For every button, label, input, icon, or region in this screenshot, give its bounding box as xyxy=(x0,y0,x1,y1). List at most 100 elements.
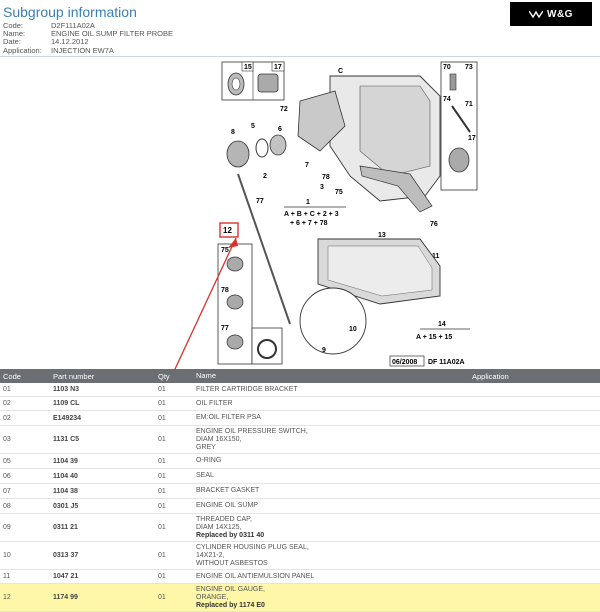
callout-12: 12 xyxy=(223,226,232,235)
callout-76: 76 xyxy=(430,221,438,228)
col-part-number[interactable]: Part number xyxy=(53,372,158,381)
row-code: 08 xyxy=(3,502,11,510)
callout-15: 15 xyxy=(244,64,252,71)
seal-ring-hole xyxy=(231,77,241,91)
cap-part xyxy=(448,147,470,173)
row-name: SEAL xyxy=(196,472,472,480)
callout-17: 17 xyxy=(274,64,282,71)
row-name: ENGINE OIL GAUGE, ORANGE, Replaced by 1174… xyxy=(196,586,472,610)
row-qty: 01 xyxy=(158,552,166,559)
row-qty: 01 xyxy=(158,400,166,407)
table-row[interactable]: 07 1104 38 01 BRACKET GASKET xyxy=(0,484,600,499)
meta-application-row: Application: INJECTION EW7A xyxy=(3,45,173,55)
row-part-number: E149234 xyxy=(53,414,82,422)
callout-13: 13 xyxy=(378,232,386,239)
row-name-line: CYLINDER HOUSING PLUG SEAL, xyxy=(196,543,309,551)
row-name: ENGINE OIL SUMP xyxy=(196,502,472,510)
oil-filter-part xyxy=(226,140,250,168)
row-code: 02 xyxy=(3,400,11,407)
bolt-head-part xyxy=(226,294,244,310)
callout-78: 78 xyxy=(322,174,330,181)
row-code: 01 xyxy=(3,386,11,393)
plug-part xyxy=(257,73,279,93)
meta-value: INJECTION EW7A xyxy=(51,45,114,55)
row-name-line: ENGINE OIL SUMP xyxy=(196,502,258,509)
row-part-number: 0301 J5 xyxy=(53,502,79,510)
row-name-line: WITHOUT ASBESTOS xyxy=(196,559,268,567)
table-row[interactable]: 06 1104 40 01 SEAL xyxy=(0,469,600,484)
row-name: OIL FILTER xyxy=(196,400,472,408)
row-code: 10 xyxy=(3,552,11,559)
col-name[interactable]: Name xyxy=(196,372,472,380)
callout-8: 8 xyxy=(231,129,235,136)
table-row[interactable]: 11 1047 21 01 ENGINE OIL ANTIEMULSION PANEL xyxy=(0,570,600,584)
callout-75-inset: 75 xyxy=(221,247,229,254)
table-row[interactable]: 02 1109 CL 01 OIL FILTER xyxy=(0,397,600,411)
row-qty: 01 xyxy=(158,386,166,393)
bolt-head-part xyxy=(226,256,244,272)
col-code[interactable]: Code xyxy=(0,372,53,381)
row-code: 09 xyxy=(3,524,11,531)
row-qty: 01 xyxy=(158,524,166,531)
row-name-line: THREADED CAP, xyxy=(196,515,252,523)
formula-line-2: + 6 + 7 + 78 xyxy=(290,220,328,227)
row-code: 03 xyxy=(3,436,11,443)
seal-part xyxy=(269,134,287,156)
col-qty[interactable]: Qty xyxy=(158,372,196,381)
row-qty: 01 xyxy=(158,414,166,422)
row-name-line: SEAL xyxy=(196,472,214,479)
table-row[interactable]: 09 0311 21 01 THREADED CAP, DIAM 14X125, Repl… xyxy=(0,514,600,542)
row-name-line: DIAM 16X150, xyxy=(196,435,242,443)
exploded-diagram: 15 17 70 73 74 71 17 C 72 8 5 6 3 2 78 7… xyxy=(0,56,600,570)
callout-78-inset: 78 xyxy=(221,287,229,294)
col-application[interactable]: Application xyxy=(472,372,600,381)
table-row[interactable]: 08 0301 J5 01 ENGINE OIL SUMP xyxy=(0,499,600,514)
callout-5: 5 xyxy=(251,123,255,130)
row-name: EM:OIL FILTER PSA xyxy=(196,414,472,422)
row-name: ENGINE OIL PRESSURE SWITCH, DIAM 16X150, G… xyxy=(196,428,472,452)
row-name: ENGINE OIL ANTIEMULSION PANEL xyxy=(196,573,472,581)
row-name-line: DIAM 14X125, xyxy=(196,523,242,531)
row-name-line: BRACKET GASKET xyxy=(196,487,260,494)
row-replaced-by: Replaced by 1174 E0 xyxy=(196,601,265,609)
table-row[interactable]: 12 1174 99 01 ENGINE OIL GAUGE, ORANGE, Repla… xyxy=(0,584,600,612)
row-name-line: O-RING xyxy=(196,457,222,464)
row-part-number: 1103 N3 xyxy=(53,386,80,393)
row-part-number: 1104 40 xyxy=(53,472,78,480)
callout-7: 7 xyxy=(305,162,309,169)
parts-table: Code Part number Qty Name Application 01… xyxy=(0,369,600,612)
page-title: Subgroup information xyxy=(3,4,137,20)
callout-72: 72 xyxy=(280,106,288,113)
row-qty: 01 xyxy=(158,436,166,443)
table-row[interactable]: 02 E149234 01 EM:OIL FILTER PSA xyxy=(0,411,600,426)
red-arrow-line xyxy=(81,237,237,570)
row-code: 07 xyxy=(3,487,11,495)
bolt-part xyxy=(449,73,457,91)
table-row[interactable]: 10 0313 37 01 CYLINDER HOUSING PLUG SEAL, 14… xyxy=(0,542,600,570)
callout-1: 1 xyxy=(306,199,310,206)
bolt-head-part xyxy=(226,334,244,350)
callout-10: 10 xyxy=(349,326,357,333)
table-row[interactable]: 05 1104 39 01 O-RING xyxy=(0,454,600,469)
row-name-line: ORANGE, xyxy=(196,593,229,601)
o-ring-part xyxy=(255,138,269,158)
row-code: 05 xyxy=(3,457,11,465)
subgroup-meta: Code: D2F111A02A Name: ENGINE OIL SUMP FIL… xyxy=(3,21,173,55)
callout-75: 75 xyxy=(335,189,343,196)
logo-text: W&G xyxy=(547,8,573,20)
table-header: Code Part number Qty Name Application xyxy=(0,369,600,383)
row-part-number: 1131 C5 xyxy=(53,436,80,443)
row-name-line: ENGINE OIL PRESSURE SWITCH, xyxy=(196,427,308,435)
row-qty: 01 xyxy=(158,573,166,580)
table-row[interactable]: 03 1131 C5 01 ENGINE OIL PRESSURE SWITCH, DI… xyxy=(0,426,600,454)
ref-code: DF 11A02A xyxy=(428,359,465,366)
callout-14: 14 xyxy=(438,321,446,328)
formula-14-line: A + 15 + 15 xyxy=(416,334,452,341)
table-row[interactable]: 01 1103 N3 01 FILTER CARTRIDGE BRACKET xyxy=(0,383,600,397)
callout-6: 6 xyxy=(278,126,282,133)
row-name-line: EM:OIL FILTER PSA xyxy=(196,414,261,421)
row-code: 06 xyxy=(3,472,11,480)
callout-77-inset: 77 xyxy=(221,325,229,332)
callout-9: 9 xyxy=(322,347,326,354)
row-name: O-RING xyxy=(196,457,472,465)
